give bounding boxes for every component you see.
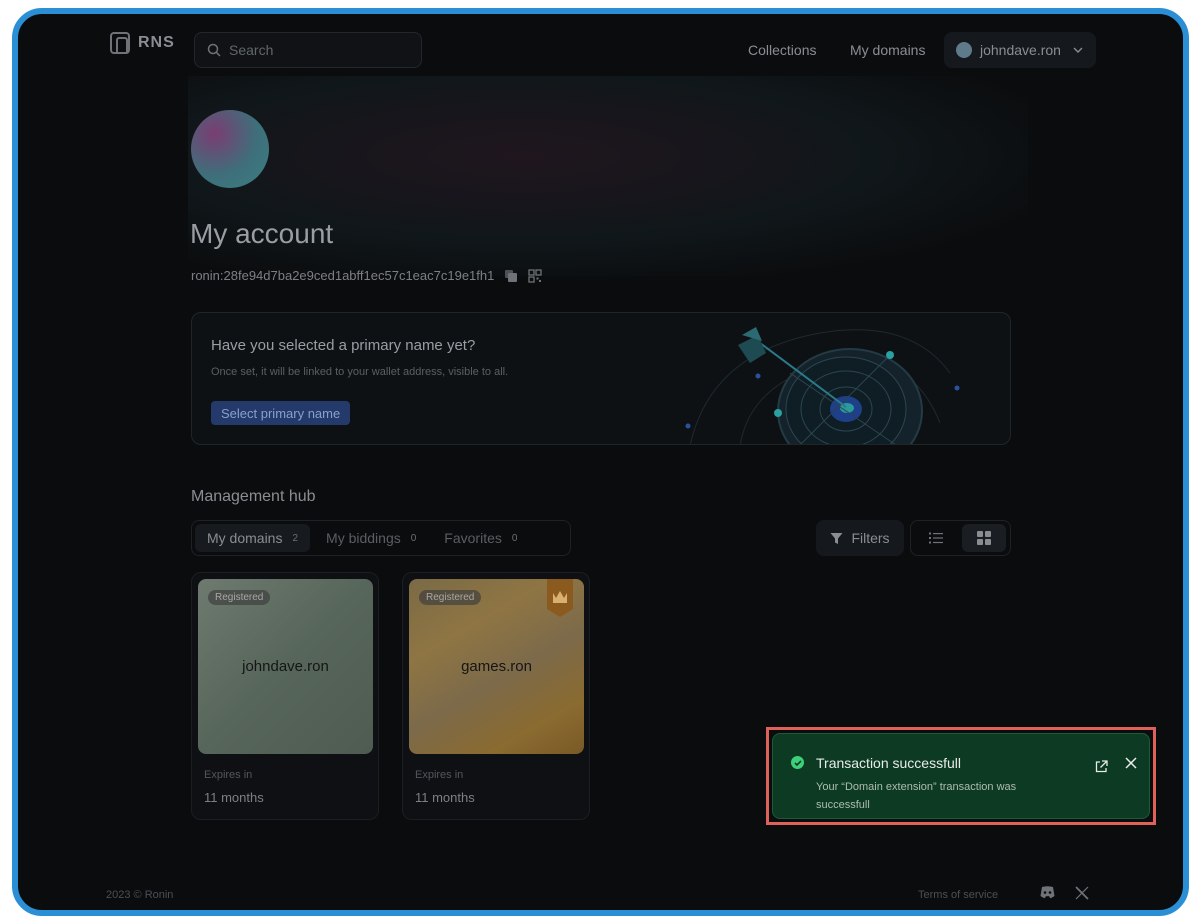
view-toggle <box>910 520 1011 556</box>
logo-mark-icon <box>110 32 130 54</box>
tab-label: My domains <box>207 530 283 546</box>
page-title: My account <box>190 218 334 249</box>
chevron-down-icon <box>1073 47 1083 53</box>
crown-icon <box>547 579 573 617</box>
wallet-address: ronin:28fe94d7ba2e9ced1abff1ec57c1eac7c1… <box>191 268 495 283</box>
search-input[interactable] <box>229 42 399 58</box>
profile-avatar <box>191 110 269 188</box>
tab-label: My biddings <box>326 530 401 546</box>
grid-view-icon <box>977 531 991 545</box>
close-icon[interactable] <box>1125 757 1137 769</box>
domain-card[interactable]: Registered games.ron Expires in 11 month… <box>402 572 590 820</box>
copy-icon[interactable] <box>504 269 518 283</box>
wallet-address-row: ronin:28fe94d7ba2e9ced1abff1ec57c1eac7c1… <box>191 268 543 283</box>
tab-count: 2 <box>292 532 299 544</box>
x-logo-icon[interactable] <box>1075 886 1089 900</box>
primary-name-card: Have you selected a primary name yet? On… <box>191 312 1011 445</box>
tab-label: Favorites <box>444 530 502 546</box>
copyright-text: 2023 © Ronin <box>106 889 174 901</box>
account-name: johndave.ron <box>980 42 1061 58</box>
expires-label: Expires in <box>204 769 253 781</box>
domain-card[interactable]: Registered johndave.ron Expires in 11 mo… <box>191 572 379 820</box>
domain-tabs: My domains 2 My biddings 0 Favorites 0 <box>191 520 571 556</box>
rns-logo[interactable]: RNS <box>110 32 175 54</box>
toast-message: Your “Domain extension” transaction was … <box>816 781 1017 811</box>
nav-my-domains-link[interactable]: My domains <box>850 42 925 58</box>
account-avatar <box>956 42 972 58</box>
grid-view-button[interactable] <box>962 524 1006 552</box>
logo-text: RNS <box>138 34 175 51</box>
primary-name-title: Have you selected a primary name yet? <box>211 337 476 354</box>
primary-name-description: Once set, it will be linked to your wall… <box>211 366 509 378</box>
search-box[interactable] <box>194 32 422 68</box>
list-view-button[interactable] <box>914 524 958 552</box>
success-toast: Transaction successfull Your “Domain ext… <box>772 733 1150 819</box>
search-icon <box>207 43 221 57</box>
tab-my-domains[interactable]: My domains 2 <box>195 524 311 552</box>
status-badge: Registered <box>208 590 271 605</box>
tab-favorites[interactable]: Favorites 0 <box>432 524 529 552</box>
select-primary-name-button[interactable]: Select primary name <box>211 401 351 425</box>
domain-image: Registered johndave.ron <box>198 579 373 754</box>
tab-count: 0 <box>511 532 518 544</box>
expires-label: Expires in <box>415 769 464 781</box>
tab-count: 0 <box>410 532 417 544</box>
qr-code-icon[interactable] <box>528 268 543 283</box>
tab-my-biddings[interactable]: My biddings 0 <box>314 524 428 552</box>
management-hub-title: Management hub <box>191 488 316 505</box>
discord-icon[interactable] <box>1040 886 1055 899</box>
filter-icon <box>830 532 843 544</box>
expires-value: 11 months <box>204 790 264 805</box>
app-window: RNS Collections My domains johndave.ron … <box>12 8 1189 916</box>
target-illustration <box>685 327 960 444</box>
check-circle-icon <box>791 756 804 769</box>
list-view-icon <box>929 532 943 544</box>
external-link-icon[interactable] <box>1095 760 1108 773</box>
account-menu-button[interactable]: johndave.ron <box>944 32 1096 68</box>
filters-button[interactable]: Filters <box>816 520 904 556</box>
nav-collections-link[interactable]: Collections <box>748 42 816 58</box>
terms-of-service-link[interactable]: Terms of service <box>918 889 998 901</box>
toast-title: Transaction successfull <box>816 755 961 771</box>
domain-name: games.ron <box>461 658 532 675</box>
domain-name: johndave.ron <box>242 658 329 675</box>
status-badge: Registered <box>419 590 482 605</box>
expires-value: 11 months <box>415 790 475 805</box>
filters-label: Filters <box>851 530 890 546</box>
domain-image: Registered games.ron <box>409 579 584 754</box>
